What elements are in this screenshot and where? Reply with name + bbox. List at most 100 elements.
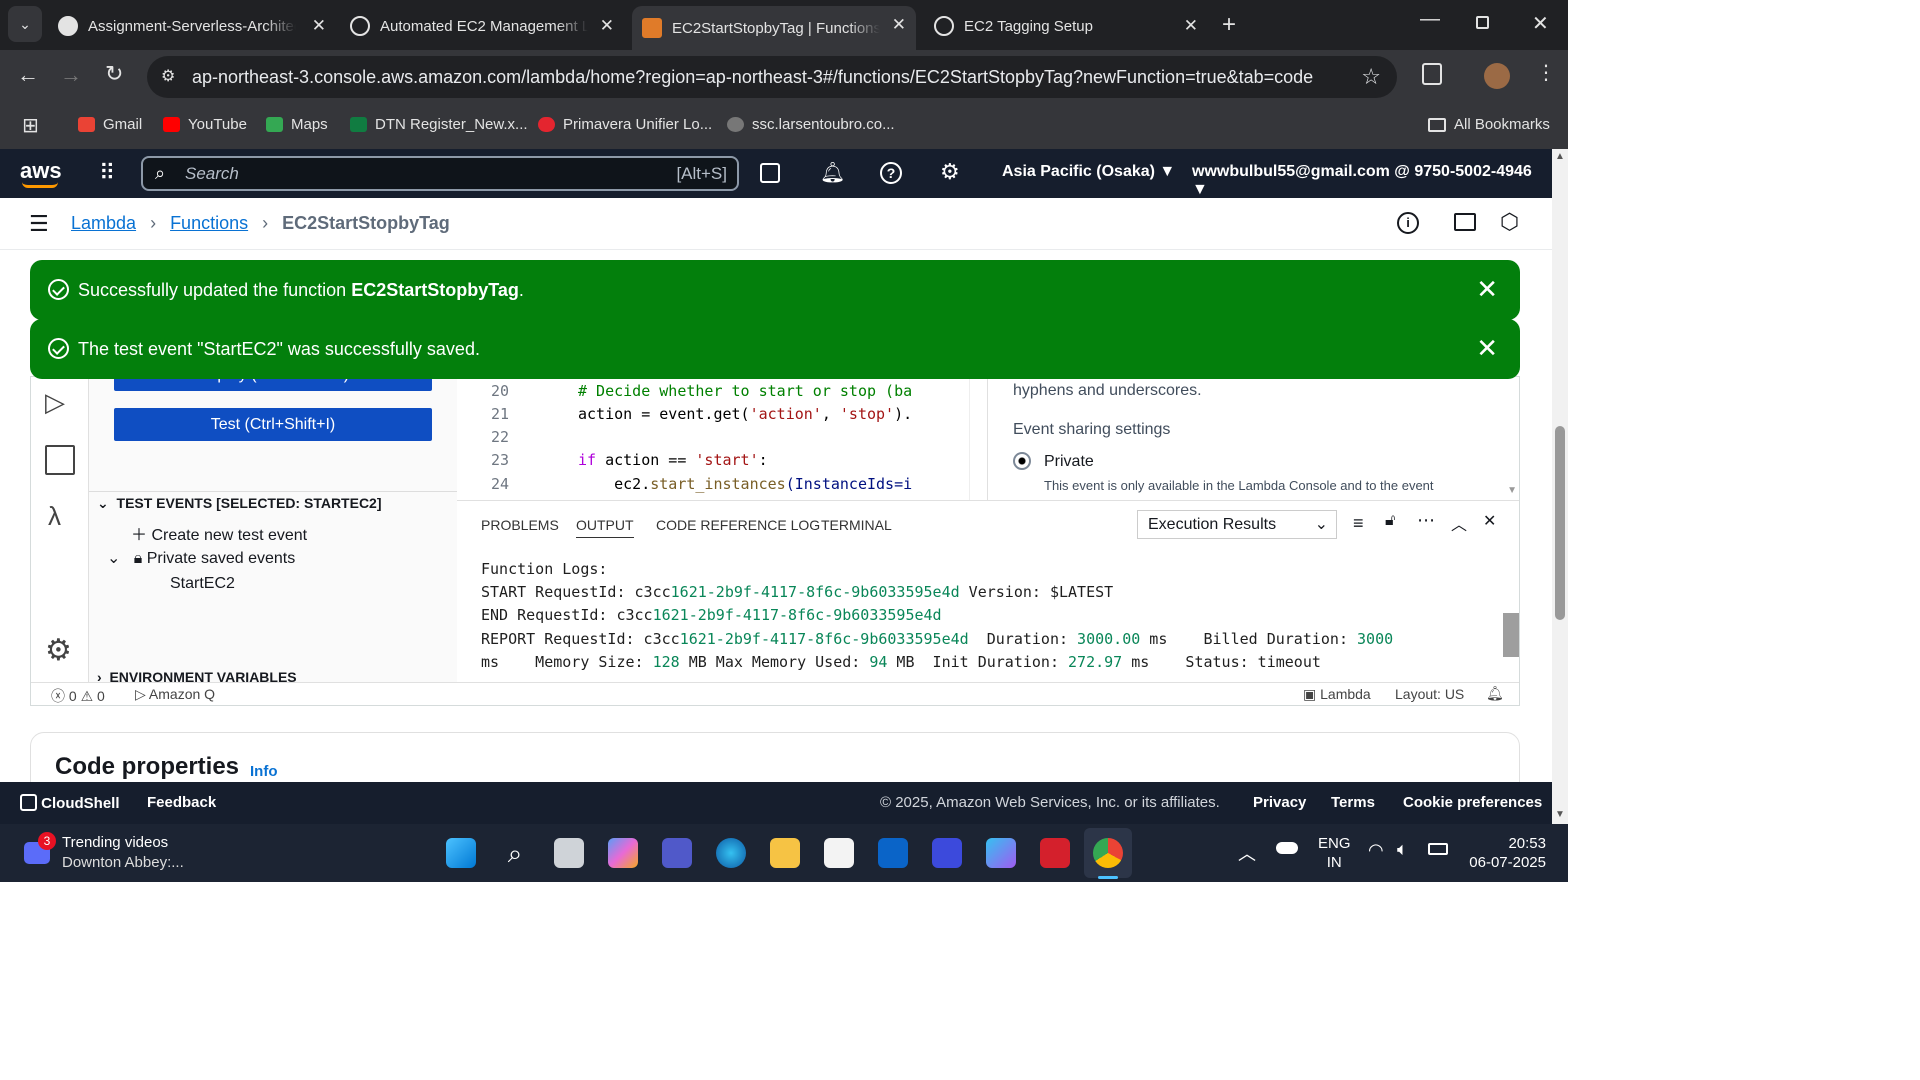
bookmark-youtube[interactable]: YouTube — [163, 116, 247, 133]
menu-kebab-icon[interactable]: ⋮ — [1536, 60, 1556, 85]
clock[interactable]: 20:53 06-07-2025 — [1460, 834, 1546, 872]
bookmark-star-icon[interactable]: ☆ — [1361, 56, 1381, 98]
scroll-down-icon[interactable]: ▼ — [1507, 485, 1517, 496]
test-button[interactable]: Test (Ctrl+Shift+I) — [114, 408, 432, 441]
cloudshell-icon[interactable] — [760, 163, 780, 183]
scroll-down-icon[interactable]: ▼ — [1555, 809, 1565, 820]
all-bookmarks[interactable]: All Bookmarks — [1428, 116, 1550, 133]
privacy-link[interactable]: Privacy — [1253, 794, 1306, 811]
output-channel-select[interactable]: Execution Results ⌄ — [1137, 510, 1337, 539]
close-icon[interactable]: ✕ — [892, 15, 906, 35]
bookmark-gmail[interactable]: Gmail — [78, 116, 142, 133]
test-events-header[interactable]: ⌄ TEST EVENTS [SELECTED: STARTEC2] — [97, 495, 382, 512]
new-tab-plus-icon[interactable]: + — [1222, 11, 1236, 39]
solidworks-icon[interactable] — [1040, 838, 1070, 868]
breadcrumb-lambda[interactable]: Lambda — [71, 213, 136, 234]
private-saved-events[interactable]: ⌄ 🔒︎ Private saved events — [107, 548, 295, 568]
breadcrumb-functions[interactable]: Functions — [170, 213, 248, 234]
environment-variables-header[interactable]: › ENVIRONMENT VARIABLES — [97, 669, 297, 682]
cookie-preferences-link[interactable]: Cookie preferences — [1403, 794, 1542, 811]
onedrive-cloud-icon[interactable] — [1276, 842, 1298, 854]
powerautomate-icon[interactable] — [932, 838, 962, 868]
scroll-up-icon[interactable]: ▲ — [1555, 151, 1565, 162]
site-info-icon[interactable]: ⚙ — [161, 56, 175, 98]
feedback-link[interactable]: Feedback — [147, 794, 216, 811]
search-icon[interactable]: ⌕ — [500, 838, 530, 868]
tab-search-button[interactable]: ⌄ — [8, 6, 42, 42]
store-icon[interactable] — [824, 838, 854, 868]
bookmark-maps[interactable]: Maps — [266, 116, 328, 133]
maximize-panel-icon[interactable]: ︿ — [1451, 511, 1467, 535]
close-panel-icon[interactable]: ✕ — [1483, 511, 1496, 531]
battery-icon[interactable] — [1428, 843, 1448, 855]
aws-search-input[interactable]: ⌕ Search [Alt+S] — [141, 156, 739, 191]
terms-link[interactable]: Terms — [1331, 794, 1375, 811]
bookmark-ssc[interactable]: ssc.larsentoubro.co... — [727, 116, 895, 133]
bell-icon[interactable]: 🔔︎ — [820, 160, 845, 185]
scrollbar-thumb[interactable] — [1555, 426, 1565, 620]
dismiss-close-icon[interactable]: ✕ — [1476, 274, 1498, 305]
account-menu[interactable]: wwwbulbul55@gmail.com @ 9750-5002-4946 ▼ — [1192, 163, 1552, 199]
create-new-test-event[interactable]: ＋ Create new test event — [131, 521, 307, 545]
run-debug-icon[interactable]: ▷ — [45, 387, 65, 418]
info-icon[interactable]: i — [1397, 212, 1419, 234]
hexagon-settings-icon[interactable]: ⬡ — [1500, 209, 1519, 235]
cloudshell-button[interactable]: CloudShell — [20, 794, 120, 812]
output-scrollbar-thumb[interactable] — [1503, 613, 1519, 657]
services-grid-icon[interactable]: ⠿ — [99, 160, 115, 186]
bookmark-primavera[interactable]: Primavera Unifier Lo... — [538, 116, 712, 133]
browser-tab-chatgpt-1[interactable]: Automated EC2 Management L ✕ — [340, 7, 624, 45]
clear-output-icon[interactable]: ≡ — [1353, 513, 1364, 534]
chrome-icon[interactable] — [1093, 838, 1123, 868]
page-scrollbar[interactable]: ▲ ▼ — [1552, 149, 1568, 824]
code-editor[interactable]: 20 21 22 23 24 # Decide whether to start… — [457, 377, 987, 500]
profile-avatar[interactable] — [1484, 63, 1510, 89]
edge-icon[interactable] — [716, 838, 746, 868]
help-icon[interactable]: ? — [880, 162, 902, 184]
extensions-icon[interactable] — [1422, 63, 1442, 85]
lambda-icon[interactable]: λ — [48, 501, 61, 532]
notifications-bell-icon[interactable]: 🔔︎ — [1486, 685, 1504, 702]
saved-event-startec2[interactable]: StartEC2 — [170, 575, 235, 593]
m365-icon[interactable] — [986, 838, 1016, 868]
lambda-status[interactable]: ▣ Lambda — [1303, 686, 1371, 703]
teams-icon[interactable] — [662, 838, 692, 868]
close-icon[interactable]: ✕ — [1184, 16, 1198, 36]
region-selector[interactable]: Asia Pacific (Osaka) ▼ — [1002, 163, 1175, 181]
lock-icon[interactable]: 🔓︎ — [1385, 512, 1395, 530]
reload-icon[interactable]: ↻ — [105, 61, 123, 87]
settings-gear-icon[interactable]: ⚙ — [940, 159, 960, 185]
language-indicator[interactable]: ENG IN — [1318, 834, 1351, 872]
problems-status[interactable]: ⓧ 0 ⚠ 0 — [51, 686, 105, 706]
browser-tab-github[interactable]: Assignment-Serverless-Architec ✕ — [48, 7, 336, 45]
address-bar[interactable]: ⚙ ap-northeast-3.console.aws.amazon.com/… — [147, 56, 1397, 98]
file-explorer-icon[interactable] — [770, 838, 800, 868]
private-radio[interactable] — [1013, 452, 1031, 470]
outlook-icon[interactable] — [878, 838, 908, 868]
display-settings-icon[interactable] — [1454, 213, 1476, 231]
aws-logo[interactable]: aws — [20, 158, 62, 184]
hamburger-menu-icon[interactable]: ☰ — [29, 211, 49, 237]
browser-tab-lambda[interactable]: EC2StartStopbyTag | Functions | ✕ — [632, 6, 916, 50]
tab-terminal[interactable]: TERMINAL — [821, 517, 892, 533]
settings-gear-icon[interactable]: ⚙ — [45, 633, 72, 668]
back-arrow-icon[interactable]: ← — [17, 62, 39, 88]
info-link[interactable]: Info — [250, 763, 278, 780]
tab-output[interactable]: OUTPUT — [576, 517, 634, 538]
copilot-icon[interactable] — [608, 838, 638, 868]
tab-code-reference-log[interactable]: CODE REFERENCE LOG — [656, 517, 820, 533]
amazon-q-status[interactable]: ▷ Amazon Q — [135, 686, 215, 703]
forward-arrow-icon[interactable]: → — [60, 62, 82, 88]
windows-start-icon[interactable] — [446, 838, 476, 868]
extensions-blocks-icon[interactable] — [45, 445, 75, 475]
bookmark-dtn-register[interactable]: DTN Register_New.x... — [350, 116, 528, 133]
close-icon[interactable]: ✕ — [600, 16, 614, 36]
tab-problems[interactable]: PROBLEMS — [481, 517, 559, 533]
task-view-icon[interactable] — [554, 838, 584, 868]
apps-grid-icon[interactable]: ⊞ — [22, 113, 39, 138]
news-widget[interactable]: 3 Trending videos Downton Abbey:... — [24, 832, 224, 876]
wifi-icon[interactable]: ◠ — [1368, 840, 1384, 861]
window-close-icon[interactable]: ✕ — [1532, 11, 1549, 36]
close-icon[interactable]: ✕ — [312, 16, 326, 36]
dismiss-close-icon[interactable]: ✕ — [1476, 333, 1498, 364]
